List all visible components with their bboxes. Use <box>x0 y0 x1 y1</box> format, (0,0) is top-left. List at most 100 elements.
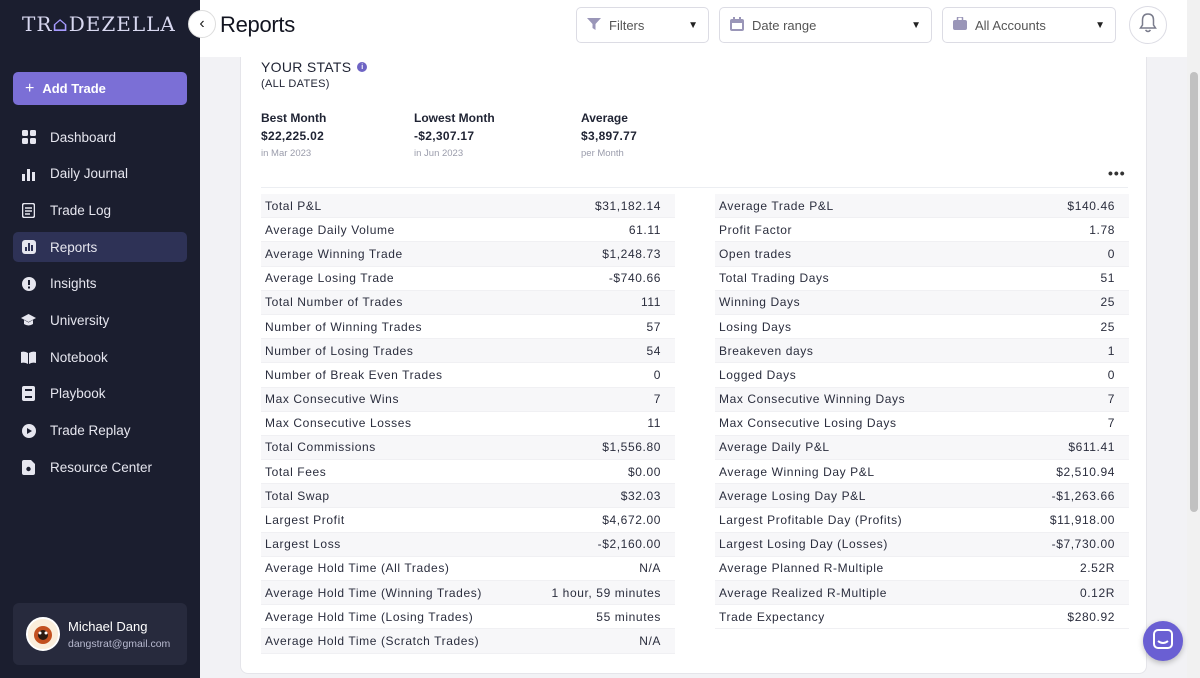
page-title: Reports <box>220 12 295 37</box>
sidebar-item-label: Playbook <box>50 386 106 402</box>
stat-value: 57 <box>646 319 661 334</box>
stat-value: $611.41 <box>1068 440 1115 455</box>
stat-value: N/A <box>639 561 661 576</box>
stat-label: Average Winning Day P&L <box>719 464 875 479</box>
stat-value: -$7,730.00 <box>1051 537 1115 552</box>
alert-icon <box>21 276 36 291</box>
stat-label: Average Hold Time (Scratch Trades) <box>265 633 480 648</box>
stat-row: Total Commissions $1,556.80 <box>261 435 675 461</box>
sidebar-item-notebook[interactable]: Notebook <box>13 342 187 372</box>
plus-icon: + <box>25 79 35 97</box>
stat-label: Average Hold Time (All Trades) <box>265 561 450 576</box>
logo-mark: ⌂ <box>52 12 69 36</box>
stat-label: Largest Profit <box>265 513 345 528</box>
stat-label: Largest Losing Day (Losses) <box>719 537 888 552</box>
briefcase-icon <box>953 16 967 33</box>
stat-label: Average Planned R-Multiple <box>719 561 884 576</box>
bell-icon <box>1139 12 1157 38</box>
stat-value: 55 minutes <box>596 609 661 624</box>
collapse-sidebar-button[interactable]: ‹ <box>188 10 216 38</box>
stat-label: Total P&L <box>265 198 322 213</box>
date-range-dropdown[interactable]: Date range ▼ <box>719 7 932 43</box>
stat-label: Number of Losing Trades <box>265 343 414 358</box>
stat-value: $280.92 <box>1067 609 1115 624</box>
stat-value: 0 <box>1107 367 1115 382</box>
sidebar-item-dashboard[interactable]: Dashboard <box>13 122 187 152</box>
tradezella-logo[interactable]: TR⌂DEZELLA <box>22 12 176 36</box>
more-options-icon[interactable]: ••• <box>1108 165 1126 181</box>
stats-table-right: Average Trade P&L $140.46 Profit Factor 1.7… <box>715 194 1129 630</box>
sidebar-item-insights[interactable]: Insights <box>13 269 187 299</box>
sidebar-item-label: Daily Journal <box>50 166 129 182</box>
stat-row: Average Realized R-Multiple 0.12R <box>715 581 1129 606</box>
chat-support-button[interactable] <box>1143 621 1183 661</box>
stat-row: Total P&L $31,182.14 <box>261 194 675 219</box>
stat-label: Max Consecutive Losses <box>265 416 412 431</box>
stat-label: Average Hold Time (Losing Trades) <box>265 609 474 624</box>
scrollbar-thumb[interactable] <box>1190 72 1198 512</box>
sidebar-item-reports[interactable]: Reports <box>13 232 187 263</box>
stat-row: Largest Loss -$2,160.00 <box>261 532 675 557</box>
stat-label: Winning Days <box>719 295 801 310</box>
sidebar-item-daily-journal[interactable]: Daily Journal <box>13 159 187 189</box>
stat-label: Number of Winning Trades <box>265 319 423 334</box>
stat-row: Average Daily Volume 61.11 <box>261 218 675 243</box>
user-profile-card[interactable]: Michael Dang dangstrat@gmail.com <box>13 603 187 665</box>
lowest-month-summary: Lowest Month -$2,307.17 in Jun 2023 <box>414 111 495 159</box>
divider <box>261 187 1128 188</box>
average-value: $3,897.77 <box>581 129 638 143</box>
lowest-month-note: in Jun 2023 <box>414 148 464 159</box>
stat-row: Profit Factor 1.78 <box>715 218 1129 243</box>
info-icon[interactable]: i <box>357 62 368 72</box>
sidebar-item-playbook[interactable]: Playbook <box>13 379 187 409</box>
sidebar: TR⌂DEZELLA + Add Trade Dashboard Daily J… <box>0 0 200 678</box>
dashboard-icon <box>21 130 36 145</box>
stat-value: 1 hour, 59 minutes <box>551 585 661 600</box>
stat-label: Max Consecutive Losing Days <box>719 416 897 431</box>
stat-label: Average Losing Day P&L <box>719 488 867 503</box>
stat-label: Largest Profitable Day (Profits) <box>719 513 903 528</box>
stat-label: Max Consecutive Winning Days <box>719 392 906 407</box>
stat-row: Total Trading Days 51 <box>715 267 1129 291</box>
sidebar-item-trade-log[interactable]: Trade Log <box>13 195 187 225</box>
caret-down-icon: ▼ <box>1095 19 1105 31</box>
stat-value: $0.00 <box>627 464 661 479</box>
stats-card: YOUR STATS i (ALL DATES) Best Month $22,… <box>240 57 1147 674</box>
accounts-label: All Accounts <box>975 17 1046 33</box>
accounts-dropdown[interactable]: All Accounts ▼ <box>942 7 1116 43</box>
stat-row: Average Hold Time (Winning Trades) 1 hour… <box>261 581 675 606</box>
best-month-note: in Mar 2023 <box>261 148 312 159</box>
notifications-button[interactable] <box>1129 6 1167 44</box>
stat-value: N/A <box>639 633 661 648</box>
lowest-month-label: Lowest Month <box>414 111 495 125</box>
sidebar-item-resource-center[interactable]: Resource Center <box>13 452 187 482</box>
stat-value: $31,182.14 <box>594 198 661 213</box>
stat-value: 7 <box>1107 416 1115 431</box>
stat-label: Average Daily P&L <box>719 440 830 455</box>
stat-value: $140.46 <box>1067 198 1115 213</box>
page-scrollbar[interactable] <box>1187 0 1200 678</box>
chat-icon <box>1153 628 1173 654</box>
stat-row: Number of Losing Trades 54 <box>261 339 675 364</box>
sidebar-item-trade-replay[interactable]: Trade Replay <box>13 416 187 446</box>
stat-row: Losing Days 25 <box>715 315 1129 340</box>
stat-row: Average Losing Trade -$740.66 <box>261 267 675 291</box>
stat-value: $11,918.00 <box>1049 513 1115 528</box>
graduation-cap-icon <box>21 313 36 328</box>
stat-label: Total Trading Days <box>719 271 830 286</box>
playbook-icon <box>21 386 36 402</box>
add-trade-button[interactable]: + Add Trade <box>13 72 187 105</box>
sidebar-item-university[interactable]: University <box>13 305 187 335</box>
sidebar-item-label: Resource Center <box>50 459 153 475</box>
stat-value: 51 <box>1100 271 1115 286</box>
stat-row: Open trades 0 <box>715 242 1129 267</box>
stat-row: Total Number of Trades 111 <box>261 290 675 315</box>
stat-label: Profit Factor <box>719 222 793 237</box>
stat-row: Average Hold Time (Scratch Trades) N/A <box>261 629 675 654</box>
filters-dropdown[interactable]: Filters ▼ <box>576 7 709 43</box>
stat-value: 111 <box>640 295 661 310</box>
calendar-icon <box>730 16 744 34</box>
stat-row: Total Swap $32.03 <box>261 484 675 509</box>
stat-row: Average Planned R-Multiple 2.52R <box>715 557 1129 581</box>
sidebar-item-label: Trade Log <box>50 202 112 218</box>
